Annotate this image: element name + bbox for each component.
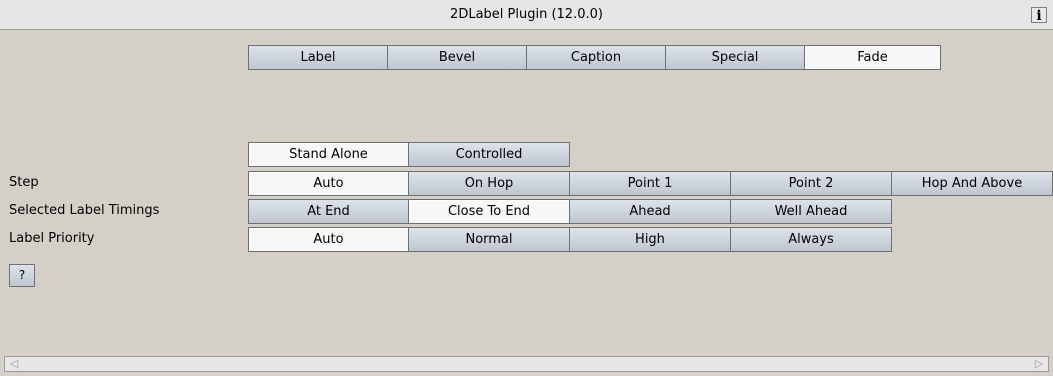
timing-well-ahead-button[interactable]: Well Ahead bbox=[730, 199, 892, 224]
priority-auto-button[interactable]: Auto bbox=[248, 227, 409, 252]
step-hop-and-above-button[interactable]: Hop And Above bbox=[891, 171, 1053, 196]
timing-close-to-end-button[interactable]: Close To End bbox=[408, 199, 570, 224]
tab-special[interactable]: Special bbox=[665, 45, 805, 70]
timing-ahead-button[interactable]: Ahead bbox=[569, 199, 731, 224]
step-point-1-button[interactable]: Point 1 bbox=[569, 171, 731, 196]
step-point-2-button[interactable]: Point 2 bbox=[730, 171, 892, 196]
step-auto-button[interactable]: Auto bbox=[248, 171, 409, 196]
horizontal-scrollbar[interactable]: ◁ ▷ bbox=[4, 356, 1049, 372]
scroll-left-arrow-icon[interactable]: ◁ bbox=[5, 357, 23, 371]
stand-alone-button[interactable]: Stand Alone bbox=[248, 142, 409, 167]
timings-label: Selected Label Timings bbox=[9, 203, 160, 218]
tab-fade[interactable]: Fade bbox=[804, 45, 941, 70]
priority-high-button[interactable]: High bbox=[569, 227, 731, 252]
window-title: 2DLabel Plugin (12.0.0) bbox=[450, 7, 603, 22]
info-icon[interactable]: i bbox=[1031, 7, 1047, 24]
priority-always-button[interactable]: Always bbox=[730, 227, 892, 252]
plugin-window: 2DLabel Plugin (12.0.0) i Label Bevel Ca… bbox=[0, 0, 1053, 376]
priority-label: Label Priority bbox=[9, 231, 95, 246]
controlled-button[interactable]: Controlled bbox=[408, 142, 570, 167]
tab-caption[interactable]: Caption bbox=[526, 45, 666, 70]
step-on-hop-button[interactable]: On Hop bbox=[408, 171, 570, 196]
title-bar: 2DLabel Plugin (12.0.0) i bbox=[0, 0, 1053, 30]
tab-label[interactable]: Label bbox=[248, 45, 388, 70]
scroll-right-arrow-icon[interactable]: ▷ bbox=[1030, 357, 1048, 371]
priority-normal-button[interactable]: Normal bbox=[408, 227, 570, 252]
step-label: Step bbox=[9, 175, 39, 190]
tab-bevel[interactable]: Bevel bbox=[387, 45, 527, 70]
help-button[interactable]: ? bbox=[9, 264, 35, 287]
timing-at-end-button[interactable]: At End bbox=[248, 199, 409, 224]
